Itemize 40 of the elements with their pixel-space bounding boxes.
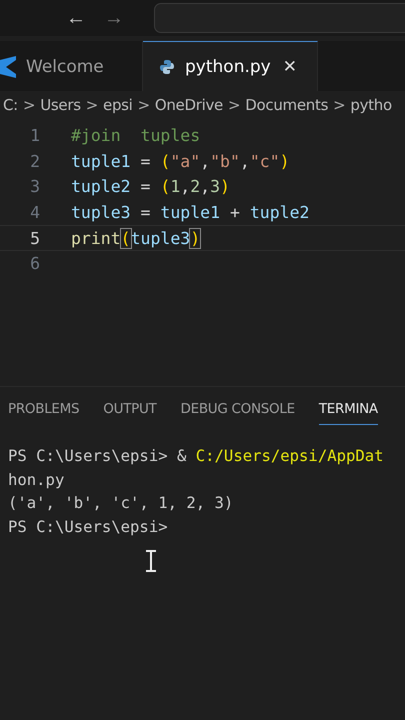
chevron-icon: > xyxy=(22,96,36,114)
breadcrumb-item[interactable]: pytho xyxy=(350,96,392,114)
code-line: tuple3 = tuple1 + tuple2 xyxy=(71,203,310,222)
text-cursor-icon xyxy=(145,550,157,572)
line-number: 2 xyxy=(29,152,40,171)
code-line: #join tuples xyxy=(71,126,200,146)
line-number: 4 xyxy=(29,203,40,222)
search-field[interactable] xyxy=(154,3,405,33)
panel-tab[interactable]: OUTPUT xyxy=(103,401,157,425)
terminal-line: hon.py xyxy=(8,470,64,491)
chevron-icon: > xyxy=(333,96,346,114)
tab-label: python.py xyxy=(185,56,271,76)
code-line: tuple2 = (1,2,3) xyxy=(71,177,230,196)
terminal-line: PS C:\Users\epsi> & C:/Users/epsi/AppDat xyxy=(8,447,384,467)
chevron-icon: > xyxy=(228,96,240,114)
panel-tab[interactable]: DEBUG CONSOLE xyxy=(180,401,295,425)
python-icon xyxy=(159,58,175,74)
editor-tab[interactable]: python.py ✕ xyxy=(143,41,318,91)
forward-button[interactable]: → xyxy=(98,6,130,30)
line-number: 6 xyxy=(29,254,40,274)
breadcrumb-item[interactable]: OneDrive xyxy=(154,96,223,114)
vscode-icon xyxy=(0,56,16,78)
chevron-icon: > xyxy=(86,96,98,114)
panel-tab[interactable]: TERMINA xyxy=(318,401,378,425)
terminal-line: PS C:\Users\epsi> xyxy=(8,518,168,538)
breadcrumb-item[interactable]: Users xyxy=(40,96,81,114)
line-number: 3 xyxy=(29,177,40,196)
terminal-line: ('a', 'b', 'c', 1, 2, 3) xyxy=(8,494,234,514)
close-icon[interactable]: ✕ xyxy=(282,56,297,76)
breadcrumb-item[interactable]: epsi xyxy=(103,96,133,114)
line-number: 5 xyxy=(29,228,40,248)
code-line: print(tuple3) xyxy=(71,228,200,248)
line-number: 1 xyxy=(29,126,40,146)
code-line: tuple1 = ("a","b","c") xyxy=(71,152,290,171)
breadcrumb-item[interactable]: C: xyxy=(3,96,18,114)
tab-label: Welcome xyxy=(26,56,104,76)
back-button[interactable]: ← xyxy=(60,6,92,30)
breadcrumb-item[interactable]: Documents xyxy=(245,96,328,114)
panel-tab[interactable]: PROBLEMS xyxy=(8,401,80,425)
chevron-icon: > xyxy=(138,96,150,114)
